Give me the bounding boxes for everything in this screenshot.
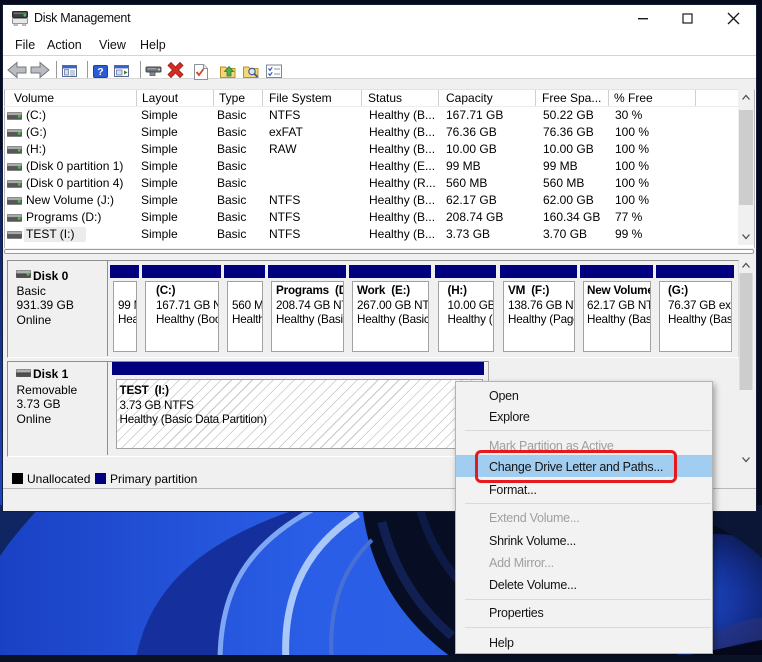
svg-text:?: ? — [97, 66, 103, 78]
